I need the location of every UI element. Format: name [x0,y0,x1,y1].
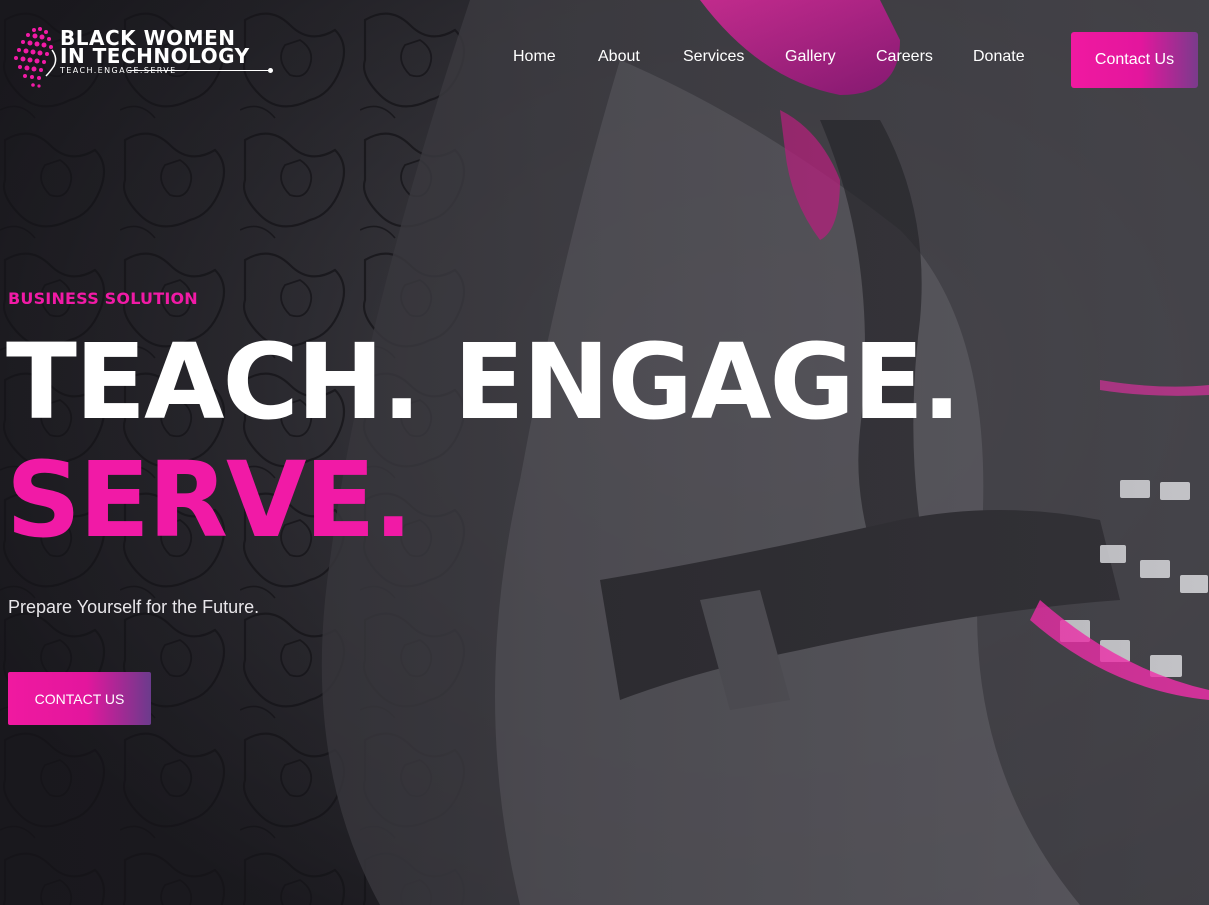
brand-logo[interactable]: BLACK WOMEN IN TECHNOLOGY TEACH.ENGAGE.S… [8,20,273,96]
hero-subtext: Prepare Yourself for the Future. [8,597,260,617]
hero-eyebrow: BUSINESS SOLUTION [8,289,198,308]
nav-item-donate[interactable]: Donate [973,48,1025,66]
brand-name-line2: IN TECHNOLOGY [60,44,250,68]
hero-contact-button[interactable]: CONTACT US [8,672,151,725]
nav-item-about[interactable]: About [598,48,640,66]
logo-divider [128,68,273,73]
site-header: BLACK WOMEN IN TECHNOLOGY TEACH.ENGAGE.S… [0,0,1209,120]
nav-item-careers[interactable]: Careers [876,48,933,66]
nav-item-gallery[interactable]: Gallery [785,48,836,66]
page: BLACK WOMEN IN TECHNOLOGY TEACH.ENGAGE.S… [0,0,1209,905]
hero-headline-line2: SERVE. [6,439,413,561]
hero-headline-line1: TEACH. ENGAGE. [6,322,961,442]
pixel-woman-profile-icon [14,27,57,88]
nav-item-services[interactable]: Services [683,48,744,66]
nav-item-home[interactable]: Home [513,48,556,66]
contact-us-button[interactable]: Contact Us [1071,32,1198,88]
